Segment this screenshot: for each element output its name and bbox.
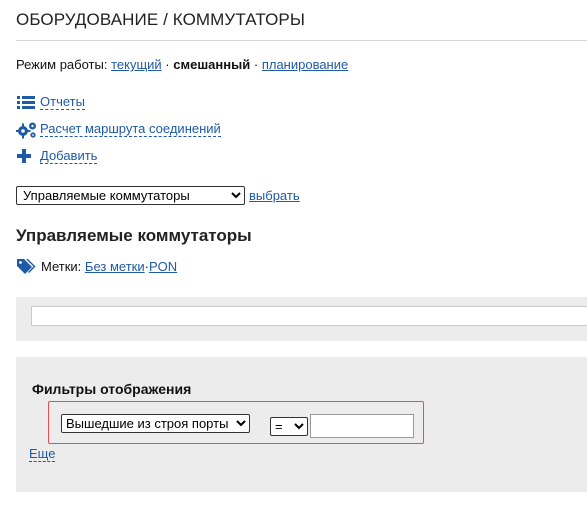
mode-switcher: Режим работы: текущий · смешанный · план… [16,57,348,72]
gears-icon [15,121,36,139]
tag-link-pon[interactable]: PON [149,259,177,274]
reports-action[interactable]: Отчеты [16,94,85,110]
switch-group-row: Управляемые коммутаторы выбрать [16,186,300,205]
tags-icon [16,258,36,274]
mode-active-mixed: смешанный [173,57,251,72]
route-calc-link[interactable]: Расчет маршрута соединений [40,121,221,137]
reports-link[interactable]: Отчеты [40,94,85,110]
tags-line: Метки: Без метки · PON [16,258,177,274]
mode-label: Режим работы: [16,57,108,72]
search-panel [16,297,587,341]
add-link[interactable]: Добавить [40,148,98,164]
tags-label: Метки: [41,258,82,274]
filter-title: Фильтры отображения [32,381,192,397]
switch-group-select[interactable]: Управляемые коммутаторы [16,186,245,205]
filter-row-highlight: Вышедшие из строя порты = [48,401,424,444]
filter-panel: Фильтры отображения Вышедшие из строя по… [16,357,587,492]
mode-separator: · [253,57,259,72]
title-divider [16,40,587,41]
search-input[interactable] [31,306,587,326]
more-filters-link[interactable]: Еще [29,446,56,462]
section-title: Управляемые коммутаторы [16,226,252,245]
mode-link-current[interactable]: текущий [111,57,162,72]
page-title: ОБОРУДОВАНИЕ / КОММУТАТОРЫ [16,10,305,29]
filter-field-select[interactable]: Вышедшие из строя порты [61,414,250,433]
add-action[interactable]: Добавить [16,148,98,164]
list-icon [16,94,36,110]
select-button[interactable]: выбрать [249,188,300,203]
filter-value-input[interactable] [310,414,414,438]
plus-icon [16,148,36,164]
mode-separator: · [165,57,170,72]
mode-link-planning[interactable]: планирование [262,57,348,72]
filter-operator-select[interactable]: = [270,417,308,436]
tag-link-untagged[interactable]: Без метки [85,259,145,274]
route-calc-action[interactable]: Расчет маршрута соединений [15,121,221,139]
